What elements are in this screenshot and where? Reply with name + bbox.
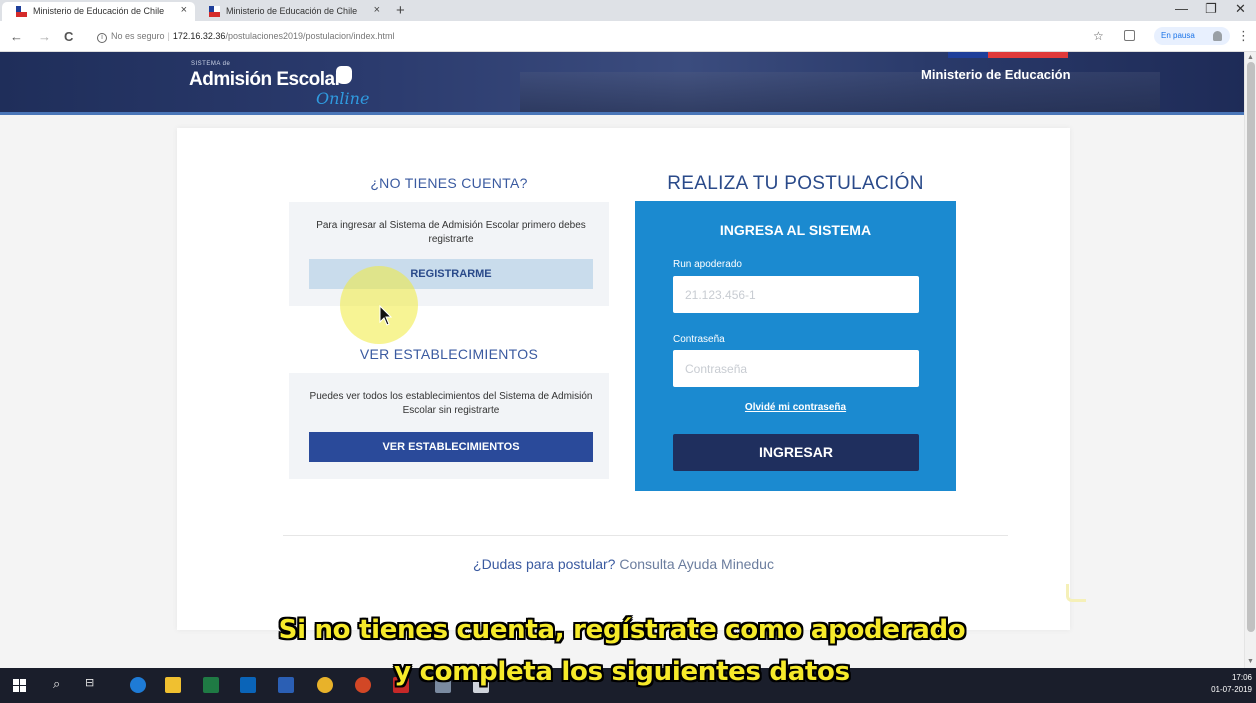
scroll-up-icon[interactable]: ▲ xyxy=(1247,54,1254,61)
restore-icon[interactable]: ❐ xyxy=(1205,1,1217,17)
new-tab-button[interactable]: + xyxy=(396,2,405,19)
avatar-icon xyxy=(1213,31,1222,41)
login-panel-title: INGRESA AL SISTEMA xyxy=(719,222,872,238)
logo-main-text[interactable]: Admisión Escolar xyxy=(189,69,342,91)
browser-menu-icon[interactable]: ⋮ xyxy=(1237,28,1250,44)
run-input[interactable] xyxy=(673,276,919,313)
subtitle-line-1: Si no tienes cuenta, regístrate como apo… xyxy=(278,615,966,645)
scroll-down-icon[interactable]: ▼ xyxy=(1247,658,1254,665)
profile-paused-button[interactable]: En pausa xyxy=(1154,27,1230,45)
mouse-pointer-icon xyxy=(379,305,393,326)
tab-close-icon[interactable]: × xyxy=(181,4,187,16)
scroll-thumb[interactable] xyxy=(1247,62,1255,632)
paused-label: En pausa xyxy=(1161,31,1195,40)
view-schools-button[interactable]: VER ESTABLECIMIENTOS xyxy=(309,432,593,462)
reload-icon[interactable]: C xyxy=(64,29,73,44)
apply-title: REALIZA TU POSTULACIÓN xyxy=(667,173,924,194)
logo-online-text: Online xyxy=(316,89,370,108)
chile-flag-icon xyxy=(209,6,220,17)
minimize-icon[interactable]: — xyxy=(1175,1,1188,16)
password-label: Contraseña xyxy=(673,334,725,345)
forgot-password-link[interactable]: Olvidé mi contraseña xyxy=(635,402,956,413)
browser-tab-bar: Ministerio de Educación de Chile × Minis… xyxy=(0,0,1256,21)
browser-tab-active[interactable]: Ministerio de Educación de Chile × xyxy=(2,2,195,21)
help-link[interactable]: Consulta Ayuda Mineduc xyxy=(619,556,774,572)
extension-icon[interactable] xyxy=(1124,30,1135,41)
view-schools-info-box xyxy=(289,373,609,479)
logo-small-text: SISTEMA de xyxy=(191,61,231,67)
login-button[interactable]: INGRESAR xyxy=(673,434,919,471)
register-info-box xyxy=(289,202,609,306)
back-icon[interactable]: ← xyxy=(10,29,23,44)
tab-title: Ministerio de Educación de Chile xyxy=(226,6,358,16)
url-field[interactable]: i No es seguro | 172.16.32.36/postulaciones… xyxy=(97,31,395,43)
register-info-text: Para ingresar al Sistema de Admisión Esc… xyxy=(316,220,586,245)
tab-title: Ministerio de Educación de Chile xyxy=(33,6,165,16)
chile-flag-icon xyxy=(16,6,27,17)
help-question: ¿Dudas para postular? xyxy=(473,556,616,572)
forward-icon[interactable]: → xyxy=(38,29,51,44)
site-header: SISTEMA de Admisión Escolar Online Minis… xyxy=(0,52,1244,115)
url-host: 172.16.32.36 xyxy=(172,31,226,41)
help-line: ¿Dudas para postular? Consulta Ayuda Min… xyxy=(177,556,1070,572)
hand-icon xyxy=(336,66,352,84)
ministry-flag-stripe xyxy=(948,52,1068,58)
divider xyxy=(283,535,1008,536)
overlay-artifact xyxy=(1066,584,1086,602)
password-input[interactable] xyxy=(673,350,919,387)
info-icon: i xyxy=(97,33,107,43)
view-schools-title: VER ESTABLECIMIENTOS xyxy=(359,346,539,362)
bookmark-star-icon[interactable]: ☆ xyxy=(1093,29,1104,43)
url-path: /postulaciones2019/postulacion/index.htm… xyxy=(225,31,395,41)
subtitle-line-2: y completa los siguientes datos xyxy=(394,657,850,687)
address-bar: ← → C i No es seguro | 172.16.32.36/postula… xyxy=(0,21,1256,52)
browser-tab-inactive[interactable]: Ministerio de Educación de Chile × xyxy=(195,2,388,21)
scrollbar[interactable]: ▲ ▼ xyxy=(1244,52,1256,668)
run-label: Run apoderado xyxy=(673,259,742,270)
security-label: No es seguro xyxy=(111,31,165,41)
no-account-title: ¿NO TIENES CUENTA? xyxy=(370,175,528,191)
view-schools-info-text: Puedes ver todos los establecimientos de… xyxy=(309,391,593,416)
ministry-name[interactable]: Ministerio de Educación xyxy=(921,67,1071,82)
close-window-icon[interactable]: ✕ xyxy=(1235,1,1246,17)
tab-close-icon[interactable]: × xyxy=(374,4,380,16)
